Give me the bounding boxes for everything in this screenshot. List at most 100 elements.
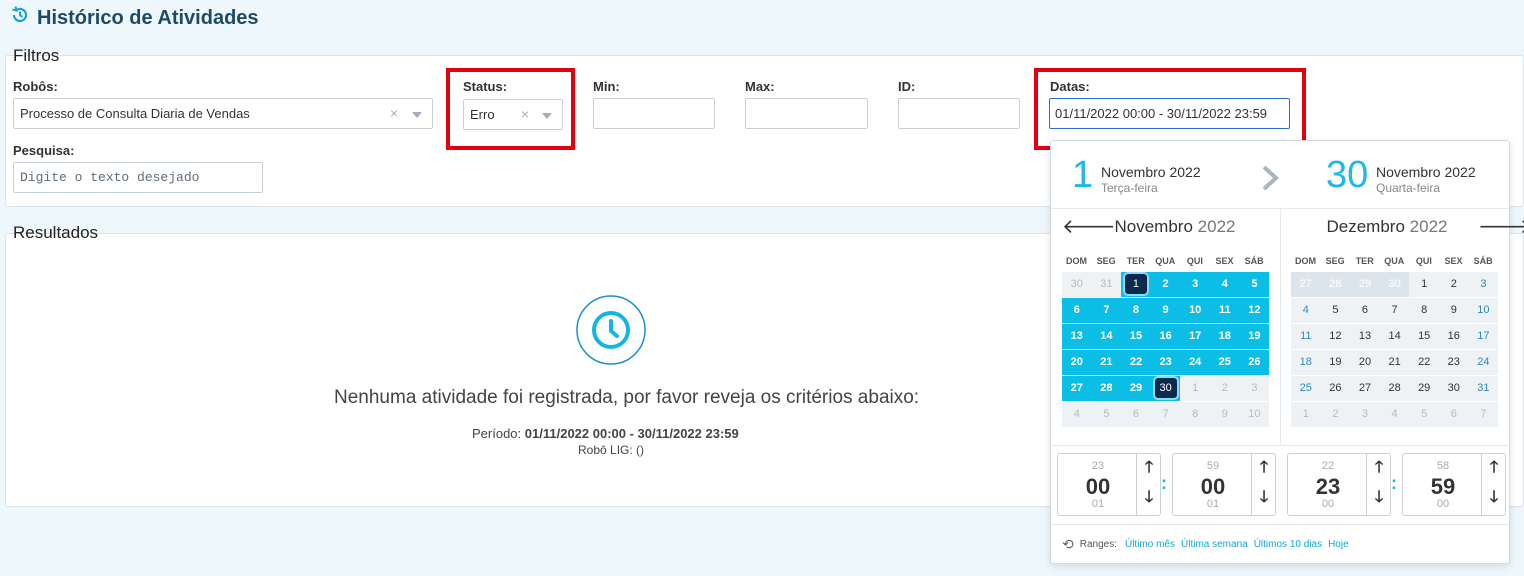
chevron-down-icon[interactable] — [542, 113, 552, 119]
arrow-down-icon[interactable]: 🡓 — [1252, 485, 1276, 516]
calendar-day[interactable]: 21 — [1091, 350, 1122, 375]
calendar-day[interactable]: 30 — [1439, 376, 1469, 401]
calendar-day[interactable]: 3 — [1468, 272, 1499, 297]
calendar-day[interactable]: 19 — [1239, 324, 1270, 349]
calendar-day[interactable]: 9 — [1439, 298, 1469, 323]
calendar-day[interactable]: 4 — [1210, 272, 1240, 297]
calendar-day[interactable]: 19 — [1320, 350, 1351, 375]
calendar-day[interactable]: 26 — [1239, 350, 1270, 375]
calendar-day[interactable]: 4 — [1062, 402, 1092, 427]
calendar-day[interactable]: 4 — [1291, 298, 1321, 323]
calendar-day[interactable]: 22 — [1121, 350, 1151, 375]
calendar-day[interactable]: 5 — [1091, 402, 1122, 427]
calendar-day[interactable]: 15 — [1121, 324, 1151, 349]
calendar-day[interactable]: 22 — [1409, 350, 1439, 375]
calendar-day[interactable]: 2 — [1320, 402, 1351, 427]
calendar-day[interactable]: 23 — [1439, 350, 1469, 375]
arrow-down-icon[interactable]: 🡓 — [1137, 485, 1161, 516]
calendar-day[interactable]: 31 — [1091, 272, 1122, 297]
calendar-day[interactable]: 25 — [1291, 376, 1321, 401]
datas-input[interactable]: 01/11/2022 00:00 - 30/11/2022 23:59 — [1049, 98, 1290, 129]
calendar-day[interactable]: 6 — [1121, 402, 1151, 427]
calendar-day[interactable]: 20 — [1062, 350, 1092, 375]
range-hoje[interactable]: Hoje — [1328, 539, 1349, 550]
calendar-day[interactable]: 6 — [1062, 298, 1092, 323]
calendar-day[interactable]: 10 — [1468, 298, 1499, 323]
range-ultimo-mes[interactable]: Último mês — [1125, 539, 1175, 550]
calendar-day[interactable]: 7 — [1150, 402, 1181, 427]
robos-select[interactable]: Processo de Consulta Diaria de Vendas × — [13, 98, 433, 129]
calendar-day[interactable]: 5 — [1320, 298, 1351, 323]
calendar-day[interactable]: 7 — [1468, 402, 1499, 427]
arrow-up-icon[interactable]: 🡑 — [1367, 454, 1391, 485]
calendar-day[interactable]: 2 — [1210, 376, 1240, 401]
calendar-day[interactable]: 3 — [1180, 272, 1210, 297]
calendar-day[interactable]: 12 — [1239, 298, 1270, 323]
arrow-up-icon[interactable]: 🡑 — [1252, 454, 1276, 485]
search-input[interactable]: Digite o texto desejado — [13, 162, 263, 193]
calendar-day[interactable]: 2 — [1150, 272, 1181, 297]
calendar-day[interactable]: 24 — [1468, 350, 1499, 375]
calendar-day[interactable]: 9 — [1150, 298, 1181, 323]
calendar-day[interactable]: 25 — [1210, 350, 1240, 375]
calendar-day[interactable]: 1 — [1180, 376, 1210, 401]
calendar-day[interactable]: 28 — [1091, 376, 1122, 401]
calendar-day[interactable]: 27 — [1062, 376, 1092, 401]
calendar-day[interactable]: 8 — [1121, 298, 1151, 323]
calendar-day[interactable]: 9 — [1210, 402, 1240, 427]
calendar-day[interactable]: 8 — [1409, 298, 1439, 323]
calendar-day[interactable]: 15 — [1409, 324, 1439, 349]
calendar-day[interactable]: 26 — [1320, 376, 1351, 401]
calendar-day[interactable]: 31 — [1468, 376, 1499, 401]
calendar-day[interactable]: 12 — [1320, 324, 1351, 349]
calendar-day[interactable]: 16 — [1150, 324, 1181, 349]
calendar-day[interactable]: 28 — [1320, 272, 1351, 297]
clear-icon[interactable]: × — [390, 105, 398, 121]
calendar-day[interactable]: 6 — [1439, 402, 1469, 427]
calendar-day[interactable]: 17 — [1468, 324, 1499, 349]
calendar-day[interactable]: 30 — [1150, 376, 1181, 401]
calendar-day[interactable]: 24 — [1180, 350, 1210, 375]
arrow-down-icon[interactable]: 🡓 — [1367, 485, 1391, 516]
arrow-up-icon[interactable]: 🡑 — [1137, 454, 1161, 485]
calendar-day[interactable]: 13 — [1062, 324, 1092, 349]
calendar-day[interactable]: 1 — [1291, 402, 1321, 427]
calendar-day[interactable]: 1 — [1121, 272, 1151, 297]
calendar-day[interactable]: 18 — [1291, 350, 1321, 375]
calendar-day[interactable]: 3 — [1350, 402, 1380, 427]
calendar-day[interactable]: 5 — [1239, 272, 1270, 297]
arrow-down-icon[interactable]: 🡓 — [1482, 485, 1506, 516]
calendar-day[interactable]: 10 — [1239, 402, 1270, 427]
calendar-day[interactable]: 29 — [1121, 376, 1151, 401]
next-month-arrow[interactable]: 🡒 — [1478, 214, 1524, 239]
calendar-day[interactable]: 5 — [1409, 402, 1439, 427]
calendar-day[interactable]: 7 — [1379, 298, 1410, 323]
end-hour-picker[interactable]: 22 23 00 🡑 🡓 — [1287, 453, 1391, 516]
calendar-day[interactable]: 30 — [1062, 272, 1092, 297]
min-input[interactable] — [593, 98, 715, 129]
calendar-day[interactable]: 13 — [1350, 324, 1380, 349]
max-input[interactable] — [745, 98, 868, 129]
chevron-down-icon[interactable] — [412, 112, 422, 118]
range-ultimos-10-dias[interactable]: Últimos 10 dias — [1254, 539, 1322, 550]
start-hour-picker[interactable]: 23 00 01 🡑 🡓 — [1057, 453, 1161, 516]
calendar-day[interactable]: 27 — [1291, 272, 1321, 297]
calendar-day[interactable]: 27 — [1350, 376, 1380, 401]
calendar-day[interactable]: 7 — [1091, 298, 1122, 323]
range-ultima-semana[interactable]: Última semana — [1181, 539, 1248, 550]
calendar-day[interactable]: 1 — [1409, 272, 1439, 297]
calendar-day[interactable]: 2 — [1439, 272, 1469, 297]
calendar-day[interactable]: 23 — [1150, 350, 1181, 375]
calendar-day[interactable]: 14 — [1091, 324, 1122, 349]
calendar-day[interactable]: 29 — [1409, 376, 1439, 401]
id-input[interactable] — [898, 98, 1020, 129]
status-select[interactable]: Erro × — [463, 99, 563, 130]
end-minute-picker[interactable]: 58 59 00 🡑 🡓 — [1402, 453, 1506, 516]
clear-icon[interactable]: × — [521, 106, 529, 122]
calendar-day[interactable]: 4 — [1379, 402, 1410, 427]
calendar-day[interactable]: 14 — [1379, 324, 1410, 349]
arrow-up-icon[interactable]: 🡑 — [1482, 454, 1506, 485]
calendar-day[interactable]: 20 — [1350, 350, 1380, 375]
start-minute-picker[interactable]: 59 00 01 🡑 🡓 — [1172, 453, 1276, 516]
calendar-day[interactable]: 10 — [1180, 298, 1210, 323]
